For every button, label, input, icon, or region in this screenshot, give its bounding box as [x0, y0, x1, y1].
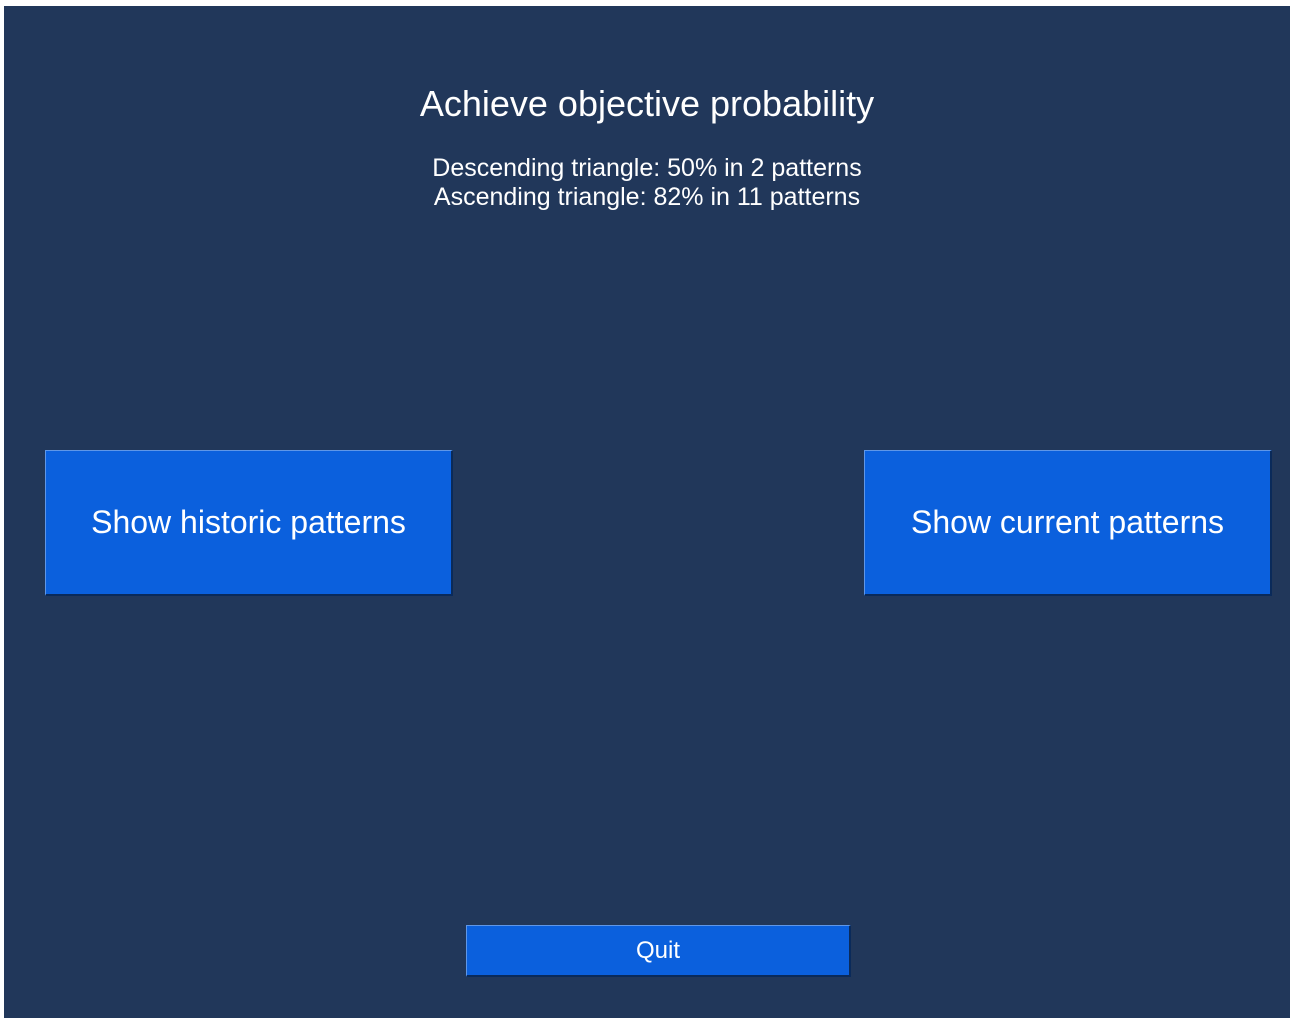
quit-button[interactable]: Quit	[466, 925, 851, 977]
main-window: Achieve objective probability Descending…	[4, 6, 1290, 1018]
probability-summary: Descending triangle: 50% in 2 patterns A…	[4, 154, 1290, 212]
page-title: Achieve objective probability	[419, 83, 875, 124]
ascending-triangle-stat: Ascending triangle: 82% in 11 patterns	[433, 183, 861, 211]
show-historic-patterns-button[interactable]: Show historic patterns	[45, 450, 453, 596]
show-current-patterns-button[interactable]: Show current patterns	[864, 450, 1272, 596]
descending-triangle-stat: Descending triangle: 50% in 2 patterns	[432, 154, 862, 182]
